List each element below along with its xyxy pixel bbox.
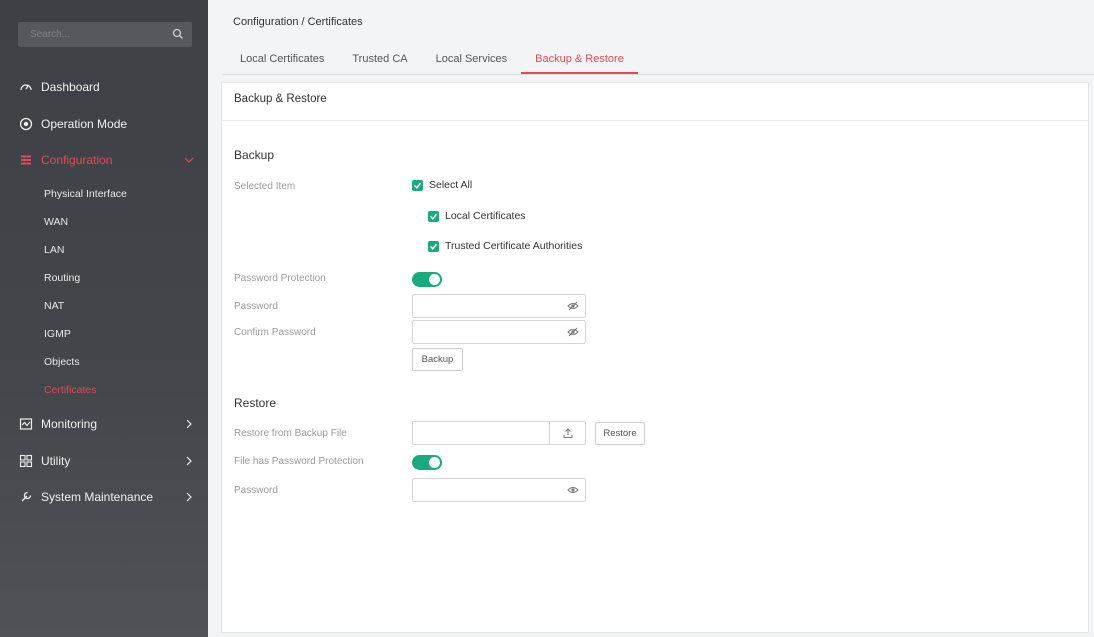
restore-button[interactable]: Restore [595, 422, 645, 445]
backup-section-title: Backup [234, 148, 275, 162]
tab-local-services[interactable]: Local Services [422, 46, 522, 74]
sidebar-item-operation-mode[interactable]: Operation Mode [0, 110, 208, 138]
local-certificates-checkbox[interactable]: Local Certificates [428, 210, 526, 222]
checkbox-checked-icon[interactable] [428, 240, 439, 252]
search-input[interactable] [18, 22, 168, 47]
password-input[interactable] [413, 295, 553, 317]
tab-bar: Local Certificates Trusted CA Local Serv… [226, 46, 638, 74]
sidebar-subitem-igmp[interactable]: IGMP [44, 324, 71, 344]
confirm-password-label: Confirm Password [234, 327, 316, 338]
search-icon[interactable] [172, 28, 184, 40]
select-all-label: Select All [429, 179, 473, 191]
search-box[interactable] [18, 22, 192, 47]
chevron-right-icon [186, 419, 192, 429]
sidebar-subitem-routing[interactable]: Routing [44, 268, 80, 288]
file-password-protection-label: File has Password Protection [234, 456, 364, 467]
chevron-right-icon [186, 492, 192, 502]
utility-icon [19, 454, 33, 468]
sidebar-subitem-physical-interface[interactable]: Physical Interface [44, 184, 127, 204]
sidebar-item-label: Monitoring [41, 417, 98, 431]
backup-button[interactable]: Backup [412, 348, 463, 371]
sidebar-subitem-nat[interactable]: NAT [44, 296, 64, 316]
panel-divider [222, 120, 1088, 121]
password-protection-toggle[interactable] [412, 272, 442, 287]
tab-local-certificates[interactable]: Local Certificates [226, 46, 338, 74]
sidebar-item-system-maintenance[interactable]: System Maintenance [0, 483, 208, 511]
restore-password-field[interactable] [412, 478, 586, 502]
password-protection-label: Password Protection [234, 273, 326, 284]
select-all-checkbox[interactable]: Select All [412, 179, 472, 191]
panel-title: Backup & Restore [234, 93, 327, 105]
wrench-icon [21, 491, 32, 502]
selected-item-label: Selected Item [234, 181, 296, 192]
sidebar: Dashboard Operation Mode Configuration P… [0, 0, 208, 637]
restore-section-title: Restore [234, 396, 277, 410]
trusted-ca-checkbox[interactable]: Trusted Certificate Authorities [428, 240, 582, 252]
breadcrumb: Configuration / Certificates [233, 16, 363, 28]
eye-icon[interactable] [567, 485, 579, 495]
tabs-divider [222, 74, 1094, 75]
eye-slash-icon[interactable] [567, 327, 579, 337]
sidebar-item-configuration[interactable]: Configuration [0, 146, 208, 174]
sidebar-subitem-wan[interactable]: WAN [44, 212, 68, 232]
checkbox-checked-icon[interactable] [412, 179, 423, 191]
chevron-right-icon [186, 456, 192, 466]
sidebar-item-label: Dashboard [41, 80, 100, 94]
backup-restore-panel: Backup & Restore Backup Selected Item Se… [221, 82, 1089, 633]
restore-password-input[interactable] [413, 479, 553, 501]
tab-trusted-ca[interactable]: Trusted CA [338, 46, 421, 74]
upload-icon[interactable] [562, 427, 574, 439]
confirm-password-input[interactable] [413, 321, 553, 343]
main-content: Configuration / Certificates Local Certi… [208, 0, 1094, 637]
operation-mode-icon [19, 117, 33, 131]
restore-file-field[interactable] [412, 421, 586, 445]
chevron-down-icon [184, 157, 194, 163]
tab-backup-restore[interactable]: Backup & Restore [521, 46, 638, 74]
sidebar-item-label: Operation Mode [41, 117, 128, 131]
file-password-protection-toggle[interactable] [412, 455, 442, 470]
restore-file-label: Restore from Backup File [234, 428, 347, 439]
sidebar-subitem-lan[interactable]: LAN [44, 240, 64, 260]
sidebar-subitem-certificates[interactable]: Certificates [44, 380, 97, 400]
password-label: Password [234, 301, 278, 312]
local-certificates-label: Local Certificates [445, 210, 526, 222]
restore-password-label: Password [234, 485, 278, 496]
eye-slash-icon[interactable] [567, 301, 579, 311]
sidebar-item-utility[interactable]: Utility [0, 447, 208, 475]
trusted-ca-label: Trusted Certificate Authorities [445, 240, 583, 252]
confirm-password-field[interactable] [412, 320, 586, 344]
sidebar-subitem-objects[interactable]: Objects [44, 352, 80, 372]
upload-button[interactable] [549, 422, 585, 444]
sidebar-item-dashboard[interactable]: Dashboard [0, 73, 208, 101]
password-field[interactable] [412, 294, 586, 318]
monitoring-icon [19, 418, 33, 430]
sidebar-item-label: Configuration [41, 153, 113, 167]
sidebar-item-label: Utility [41, 454, 71, 468]
checkbox-checked-icon[interactable] [428, 210, 439, 222]
sidebar-item-label: System Maintenance [41, 490, 154, 504]
dashboard-icon [20, 84, 32, 91]
sidebar-item-monitoring[interactable]: Monitoring [0, 410, 208, 438]
configuration-icon [21, 155, 31, 165]
